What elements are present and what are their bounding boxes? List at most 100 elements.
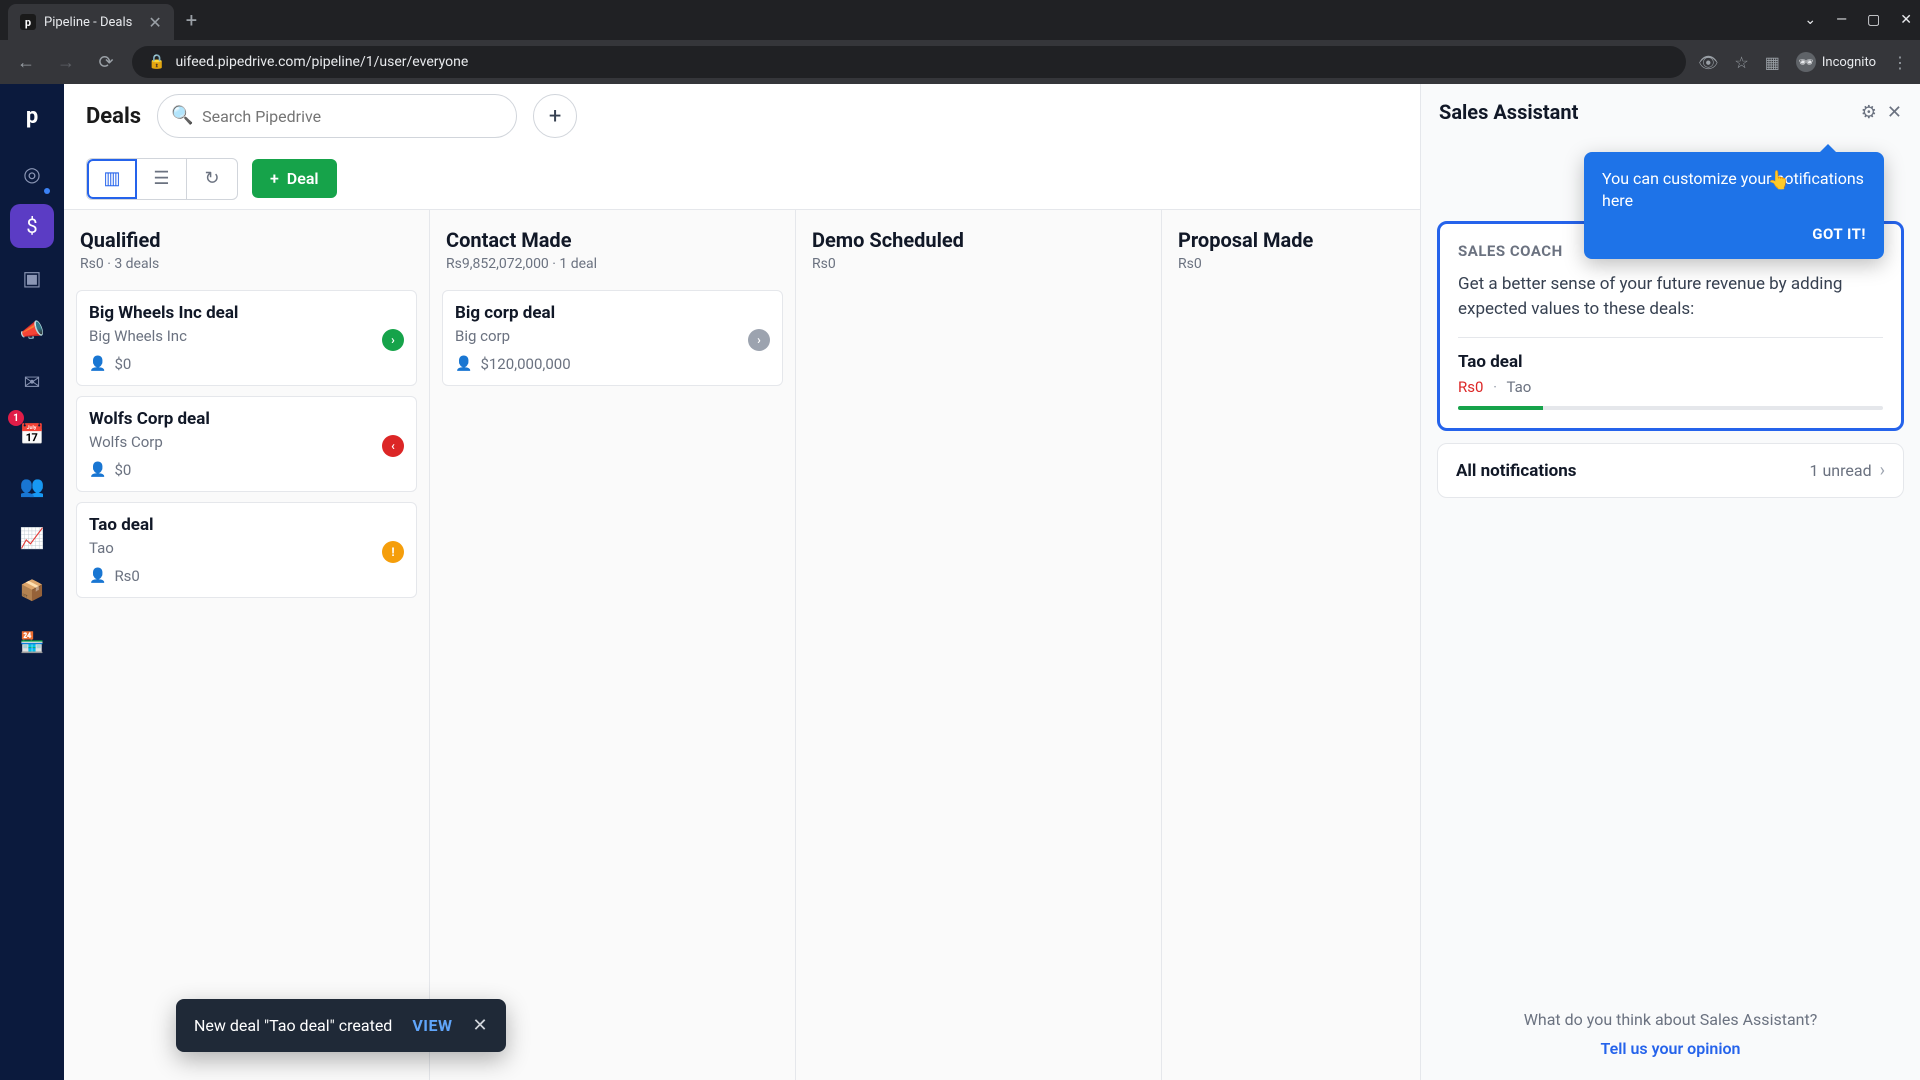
pipeline-column[interactable]: Demo Scheduled Rs0 (796, 210, 1162, 1080)
add-deal-label: Deal (287, 169, 319, 188)
add-deal-button[interactable]: + Deal (252, 159, 337, 198)
deal-title: Big Wheels Inc deal (89, 303, 404, 323)
close-icon[interactable]: ✕ (1887, 102, 1902, 123)
new-tab-button[interactable]: + (186, 8, 197, 32)
deal-title: Wolfs Corp deal (89, 409, 404, 429)
nav-insights-icon[interactable]: 📈 (10, 516, 54, 560)
coach-deal-progress (1458, 406, 1883, 410)
column-subtitle: Rs0 · 3 deals (80, 256, 413, 272)
coach-deal-title: Tao deal (1458, 352, 1883, 372)
deal-status-icon: › (382, 329, 404, 351)
column-subtitle: Rs0 (812, 256, 1145, 272)
kebab-menu-icon[interactable]: ⋮ (1892, 53, 1908, 72)
page-title: Deals (86, 104, 141, 129)
deal-card[interactable]: Tao deal Tao ! 👤Rs0 (76, 502, 417, 598)
tab-close-icon[interactable]: ✕ (148, 13, 161, 32)
column-subtitle: Rs9,852,072,000 · 1 deal (446, 256, 779, 272)
forward-icon: → (52, 52, 80, 73)
nav-focus-icon[interactable]: ◎ (10, 152, 54, 196)
deal-org: Tao (89, 539, 404, 557)
search-icon: 🔍 (171, 105, 193, 126)
sales-assistant-panel: Sales Assistant ⚙ ✕ You can customize yo… (1420, 84, 1920, 1080)
gear-icon[interactable]: ⚙ (1861, 102, 1877, 123)
person-icon: 👤 (455, 356, 472, 372)
deal-card[interactable]: Wolfs Corp deal Wolfs Corp ‹ 👤 $0 (76, 396, 417, 492)
deal-card[interactable]: Big Wheels Inc deal Big Wheels Inc › 👤 $0 (76, 290, 417, 386)
pipeline-column[interactable]: Qualified Rs0 · 3 deals Big Wheels Inc dea… (64, 210, 430, 1080)
nav-badge: 1 (8, 410, 24, 426)
coach-text: Get a better sense of your future revenu… (1458, 272, 1883, 321)
url-field[interactable]: 🔒 uifeed.pipedrive.com/pipeline/1/user/e… (132, 46, 1686, 78)
app-logo[interactable]: p (12, 96, 52, 136)
deal-status-icon: ‹ (382, 435, 404, 457)
nav-deals-icon[interactable]: $ (10, 204, 54, 248)
column-title: Demo Scheduled (812, 228, 1145, 252)
incognito-label: Incognito (1822, 55, 1876, 70)
deal-amount: $120,000,000 (480, 355, 570, 373)
left-nav: p ◎ $ ▣ 📣 ✉ 1📅 👥 📈 📦 🏪 (0, 84, 64, 1080)
back-icon[interactable]: ← (12, 52, 40, 73)
nav-marketplace-icon[interactable]: 🏪 (10, 620, 54, 664)
reload-icon[interactable]: ⟳ (92, 52, 120, 73)
coach-deal-row[interactable]: Tao deal Rs0 · Tao (1458, 337, 1883, 410)
coach-deal-amount: Rs0 (1458, 378, 1483, 396)
quick-add-button[interactable]: + (533, 94, 577, 138)
tooltip-text: You can customize your notifications her… (1602, 168, 1866, 213)
coach-deal-org: Tao (1507, 378, 1532, 396)
nav-products-icon[interactable]: 📦 (10, 568, 54, 612)
star-icon[interactable]: ☆ (1734, 53, 1748, 72)
assistant-title: Sales Assistant (1439, 100, 1578, 124)
extensions-icon[interactable]: ▦ (1765, 53, 1780, 72)
deal-title: Big corp deal (455, 303, 770, 323)
plus-icon: + (270, 169, 279, 188)
window-controls: ⌄ — ▢ ✕ (1804, 12, 1912, 28)
tab-favicon: p (20, 14, 36, 30)
all-notifications-row[interactable]: All notifications 1 unread › (1437, 443, 1904, 498)
nav-campaigns-icon[interactable]: 📣 (10, 308, 54, 352)
cursor-icon: 👆 (1768, 170, 1790, 191)
deal-status-icon: ! (382, 541, 404, 563)
tabs-dropdown-icon[interactable]: ⌄ (1804, 12, 1816, 28)
view-switch: ▥ ☰ ↻ (86, 158, 238, 200)
incognito-icon: 🕶 (1796, 52, 1816, 72)
eye-off-icon[interactable]: 👁 (1698, 53, 1718, 72)
toast-view-button[interactable]: VIEW (412, 1016, 452, 1035)
deal-amount: $0 (114, 461, 131, 479)
deal-amount: Rs0 (114, 567, 139, 585)
nav-activities-icon[interactable]: 1📅 (10, 412, 54, 456)
nav-mail-icon[interactable]: ✉ (10, 360, 54, 404)
all-notif-label: All notifications (1456, 461, 1576, 481)
nav-projects-icon[interactable]: ▣ (10, 256, 54, 300)
toast-message: New deal "Tao deal" created (194, 1016, 392, 1035)
incognito-indicator[interactable]: 🕶 Incognito (1796, 52, 1876, 72)
minimize-icon[interactable]: — (1836, 12, 1847, 28)
pipeline-column[interactable]: Contact Made Rs9,852,072,000 · 1 deal Big … (430, 210, 796, 1080)
column-title: Qualified (80, 228, 413, 252)
list-view-button[interactable]: ☰ (137, 159, 187, 199)
deal-org: Wolfs Corp (89, 433, 404, 451)
maximize-icon[interactable]: ▢ (1867, 12, 1880, 28)
person-icon: 👤 (89, 462, 106, 478)
toast-close-icon[interactable]: ✕ (472, 1015, 487, 1036)
search-input[interactable] (157, 94, 517, 138)
feedback-link[interactable]: Tell us your opinion (1443, 1039, 1898, 1058)
window-close-icon[interactable]: ✕ (1900, 12, 1912, 28)
chevron-right-icon: › (1880, 460, 1885, 481)
forecast-view-button[interactable]: ↻ (187, 159, 237, 199)
url-text: uifeed.pipedrive.com/pipeline/1/user/eve… (175, 54, 468, 70)
lock-icon: 🔒 (148, 54, 165, 70)
deal-org: Big corp (455, 327, 770, 345)
pipeline-view-button[interactable]: ▥ (87, 159, 137, 199)
toast: New deal "Tao deal" created VIEW ✕ (176, 999, 506, 1052)
deal-card[interactable]: Big corp deal Big corp › 👤$120,000,000 (442, 290, 783, 386)
all-notif-count: 1 unread (1809, 461, 1871, 480)
person-icon: 👤 (89, 356, 106, 372)
feedback-block: What do you think about Sales Assistant?… (1421, 988, 1920, 1080)
nav-contacts-icon[interactable]: 👥 (10, 464, 54, 508)
deal-org: Big Wheels Inc (89, 327, 404, 345)
tab-title: Pipeline - Deals (44, 15, 132, 30)
browser-tab[interactable]: p Pipeline - Deals ✕ (8, 4, 174, 40)
tooltip-got-it-button[interactable]: GOT IT! (1602, 225, 1866, 243)
column-title: Contact Made (446, 228, 779, 252)
deal-amount: $0 (114, 355, 131, 373)
